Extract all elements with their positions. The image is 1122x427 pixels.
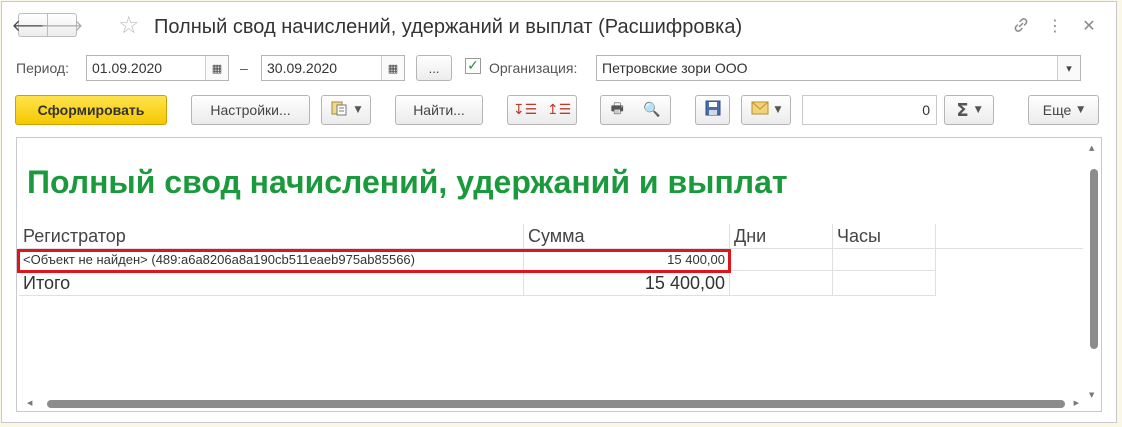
save-disk-icon — [705, 100, 721, 120]
scroll-right-icon[interactable]: ▶ — [1074, 399, 1079, 407]
find-button[interactable]: Найти... — [395, 95, 483, 125]
chevron-down-icon: ▼ — [974, 105, 982, 115]
total-sum: 15 400,00 — [524, 271, 730, 296]
column-header: Часы — [833, 224, 936, 249]
chevron-down-icon: ▼ — [1077, 105, 1085, 115]
more-button[interactable]: Еще ▼ — [1028, 95, 1099, 125]
report-title: Полный свод начислений, удержаний и выпл… — [27, 164, 788, 200]
period-label: Период: — [16, 60, 69, 76]
vertical-scrollbar[interactable]: ▲ ▼ — [1089, 144, 1099, 399]
close-icon[interactable]: ✕ — [1078, 14, 1100, 36]
choose-period-button[interactable]: ... — [416, 55, 452, 81]
date-from-value: 01.09.2020 — [92, 60, 163, 76]
sum-dropdown-button[interactable]: Σ ▼ — [944, 95, 994, 125]
table-header: Регистратор Сумма Дни Часы — [19, 224, 1083, 249]
chevron-down-icon: ▼ — [774, 105, 782, 115]
forward-button[interactable]: 🡒 — [41, 13, 83, 37]
report-document[interactable]: Полный свод начислений, удержаний и выпл… — [16, 137, 1102, 412]
sort-buttons: ↧☰ ↥☰ — [507, 95, 577, 125]
sort-ascending-icon[interactable]: ↥☰ — [547, 102, 571, 118]
dropdown-arrow-icon[interactable]: ▾ — [1057, 56, 1080, 80]
variant-dropdown-button[interactable]: ▼ — [321, 95, 371, 125]
calendar-icon[interactable]: ▦ — [205, 56, 228, 80]
vertical-scroll-thumb[interactable] — [1090, 169, 1098, 349]
total-label: Итого — [19, 271, 524, 296]
scroll-down-icon[interactable]: ▼ — [1089, 391, 1094, 399]
total-days — [730, 271, 833, 296]
total-row: Итого 15 400,00 — [19, 271, 936, 296]
organization-value: Петровские зори ООО — [602, 60, 748, 76]
date-from-field[interactable]: 01.09.2020 ▦ — [86, 55, 229, 81]
date-to-value: 30.09.2020 — [267, 60, 338, 76]
horizontal-scroll-thumb[interactable] — [47, 400, 1065, 408]
days-cell[interactable] — [730, 249, 833, 271]
sum-selected-field[interactable]: 0 — [802, 95, 937, 125]
settings-button[interactable]: Настройки... — [191, 95, 310, 125]
calendar-icon[interactable]: ▦ — [381, 56, 404, 80]
column-header: Регистратор — [19, 224, 524, 249]
horizontal-scrollbar[interactable]: ◀ ▶ — [23, 399, 1083, 409]
printer-icon[interactable]: 🖶 — [611, 98, 624, 122]
report-window: 🡐 🡒 ☆ Полный свод начислений, удержаний … — [1, 1, 1117, 423]
scroll-left-icon[interactable]: ◀ — [27, 399, 32, 407]
window-title: Полный свод начислений, удержаний и выпл… — [154, 16, 743, 38]
total-hours — [833, 271, 936, 296]
more-button-label: Еще — [1042, 102, 1072, 118]
table-spacer — [936, 224, 1083, 249]
scroll-up-icon[interactable]: ▲ — [1089, 144, 1094, 152]
save-button[interactable] — [695, 95, 730, 125]
date-to-field[interactable]: 30.09.2020 ▦ — [261, 55, 405, 81]
sort-descending-icon[interactable]: ↧☰ — [513, 102, 537, 118]
organization-label: Организация: — [489, 60, 578, 76]
envelope-icon — [751, 101, 769, 119]
print-buttons: 🖶 🔍 — [600, 95, 671, 125]
report-variant-icon — [331, 100, 349, 120]
send-email-button[interactable]: ▼ — [741, 95, 791, 125]
checkmark-icon: ✓ — [467, 58, 479, 74]
period-dash: – — [240, 60, 248, 76]
column-header: Сумма — [524, 224, 730, 249]
error-highlight-box — [17, 249, 731, 273]
sigma-icon: Σ — [956, 99, 969, 121]
arrow-right-icon: 🡒 — [40, 16, 84, 35]
column-header: Дни — [730, 224, 833, 249]
generate-button[interactable]: Сформировать — [15, 95, 167, 125]
chevron-down-icon: ▼ — [354, 105, 362, 115]
star-icon[interactable]: ☆ — [118, 11, 140, 39]
organization-checkbox[interactable]: ✓ — [465, 58, 481, 74]
link-icon[interactable] — [1010, 14, 1032, 36]
hours-cell[interactable] — [833, 249, 936, 271]
more-vertical-icon[interactable]: ⋮ — [1044, 14, 1066, 36]
organization-field[interactable]: Петровские зори ООО ▾ — [596, 55, 1081, 81]
print-preview-icon[interactable]: 🔍 — [643, 102, 660, 118]
